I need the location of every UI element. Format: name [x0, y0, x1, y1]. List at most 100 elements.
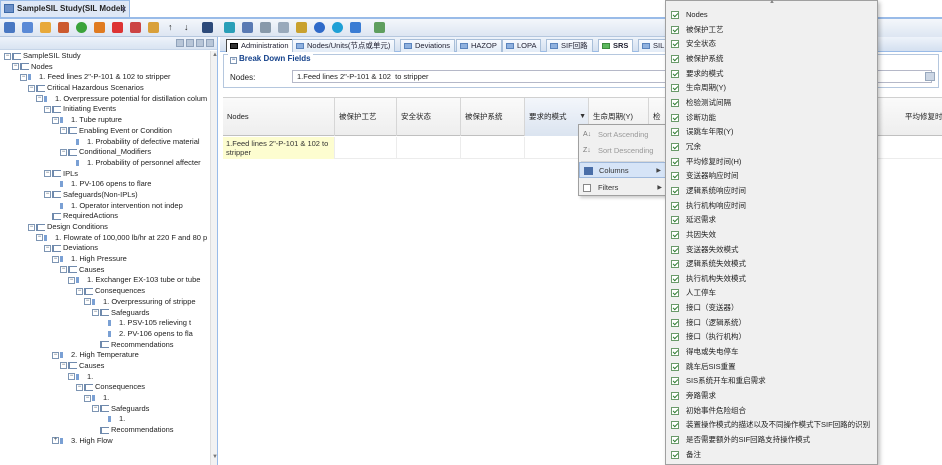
checkbox-checked-icon[interactable] [671, 304, 679, 313]
collapse-icon[interactable]: − [36, 234, 43, 242]
checkbox-checked-icon[interactable] [671, 362, 679, 371]
checkbox-checked-icon[interactable] [671, 98, 679, 107]
column-toggle-item[interactable]: 诊断功能 [666, 111, 877, 126]
collapse-icon[interactable]: − [12, 63, 19, 71]
tree-node[interactable]: − 1. Feed lines 2"-P-101 & 102 to strippe… [0, 72, 210, 83]
tree-collapse-icon[interactable] [186, 39, 194, 47]
collapse-icon[interactable]: − [60, 362, 67, 370]
column-toggle-item[interactable]: 逻辑系统响应时间 [666, 184, 877, 199]
checkbox-checked-icon[interactable] [671, 11, 679, 19]
save-as-icon[interactable] [22, 22, 33, 33]
column-toggle-item[interactable]: 延迟需求 [666, 213, 877, 228]
checkbox-checked-icon[interactable] [671, 230, 679, 239]
collapse-icon[interactable]: − [60, 148, 67, 156]
cell-safe-state[interactable] [397, 137, 461, 159]
collapse-icon[interactable]: − [52, 116, 59, 124]
column-toggle-item[interactable]: 初始事件危险组合 [666, 404, 877, 419]
tree-pin-icon[interactable] [206, 39, 214, 47]
collapse-icon[interactable]: − [28, 84, 35, 92]
checkbox-checked-icon[interactable] [671, 333, 679, 342]
checkbox-checked-icon[interactable] [671, 186, 679, 195]
cell-protected-process[interactable] [335, 137, 397, 159]
column-toggle-item[interactable]: 被保护系统 [666, 52, 877, 67]
tree-node[interactable]: − SampleSIL Study [0, 51, 210, 62]
checkbox-checked-icon[interactable] [671, 172, 679, 181]
tree-node[interactable]: − Nodes [0, 62, 210, 73]
checkbox-checked-icon[interactable] [671, 406, 679, 415]
column-toggle-item[interactable]: 人工停车 [666, 286, 877, 301]
zoom-icon[interactable] [350, 22, 361, 33]
collapse-icon[interactable]: − [36, 95, 43, 103]
column-toggle-item[interactable]: 执行机构响应时间 [666, 199, 877, 214]
add-icon[interactable] [76, 22, 87, 33]
tree-node[interactable]: − Deviations [0, 243, 210, 254]
tree-node[interactable]: − Safeguards(Non-IPLs) [0, 190, 210, 201]
col-header-mttr[interactable]: 平均修复时 [901, 98, 942, 136]
checkbox-checked-icon[interactable] [671, 274, 679, 283]
add-child-icon[interactable] [94, 22, 105, 33]
spell-icon[interactable] [296, 22, 307, 33]
export-icon[interactable] [374, 22, 385, 33]
import-icon[interactable] [202, 22, 213, 33]
checkbox-checked-icon[interactable] [671, 216, 679, 225]
tree-node[interactable]: 2. PV-106 opens to fla [0, 329, 210, 340]
tree-node[interactable]: − 1. Tube rupture [0, 115, 210, 126]
collapse-icon[interactable]: − [44, 170, 51, 178]
column-toggle-item[interactable]: 被保护工艺 [666, 23, 877, 38]
sort-descending-item[interactable]: Z↓ Sort Descending [579, 143, 666, 159]
scroll-up-icon[interactable]: ▲ [212, 52, 217, 58]
tree-node[interactable]: − 1. Exchanger EX-103 tube or tube [0, 275, 210, 286]
collapse-icon[interactable]: − [44, 191, 51, 199]
cell-protected-system[interactable] [461, 137, 525, 159]
tree-node[interactable]: RequiredActions [0, 211, 210, 222]
col-header-safe-state[interactable]: 安全状态 [397, 98, 461, 136]
column-toggle-item[interactable]: 误跳车年限(Y) [666, 125, 877, 140]
sort-ascending-item[interactable]: A↓ Sort Ascending [579, 127, 666, 143]
column-toggle-item[interactable]: 变送器响应时间 [666, 169, 877, 184]
column-toggle-item[interactable]: 执行机构失效模式 [666, 272, 877, 287]
folder-icon[interactable] [40, 22, 51, 33]
collapse-icon[interactable]: − [60, 266, 67, 274]
tree-node[interactable]: − IPLs [0, 169, 210, 180]
checkbox-checked-icon[interactable] [671, 69, 679, 78]
expand-icon[interactable]: + [52, 437, 59, 445]
checkbox-checked-icon[interactable] [671, 157, 679, 166]
grid-icon[interactable] [224, 22, 235, 33]
checkbox-checked-icon[interactable] [671, 113, 679, 122]
columns-item[interactable]: Columns ▶ [579, 162, 666, 178]
copy-icon[interactable] [130, 22, 141, 33]
edit-icon[interactable] [58, 22, 69, 33]
tree-node[interactable]: − 1. [0, 372, 210, 383]
tree-node[interactable]: − 1. [0, 393, 210, 404]
tab-deviations[interactable]: Deviations [400, 39, 456, 52]
collapse-icon[interactable]: − [92, 309, 99, 317]
column-toggle-item[interactable]: 接口（变送器） [666, 301, 877, 316]
paste-icon[interactable] [148, 22, 159, 33]
tree-node[interactable]: Recommendations [0, 425, 210, 436]
checkbox-checked-icon[interactable] [671, 40, 679, 49]
column-toggle-item[interactable]: 要求的模式 [666, 67, 877, 82]
column-toggle-item[interactable]: 接口（执行机构） [666, 330, 877, 345]
tab-hazop[interactable]: HAZOP [456, 39, 502, 52]
tree-node[interactable]: − Safeguards [0, 308, 210, 319]
tree-node[interactable]: − Safeguards [0, 404, 210, 415]
checkbox-checked-icon[interactable] [671, 318, 679, 327]
tree-node[interactable]: 1. Probability of defective material [0, 137, 210, 148]
collapse-icon[interactable]: − [230, 57, 237, 64]
move-down-icon[interactable]: ↓ [184, 22, 195, 33]
column-toggle-item[interactable]: SIS系统开车和重启需求 [666, 374, 877, 389]
filter-icon[interactable] [278, 22, 289, 33]
nodes-picker-icon[interactable] [925, 72, 935, 81]
tree-node[interactable]: 1. Operator intervention not indep [0, 201, 210, 212]
tab-lopa[interactable]: LOPA [502, 39, 542, 52]
collapse-icon[interactable]: − [4, 52, 11, 60]
move-up-icon[interactable]: ↑ [168, 22, 179, 33]
checkbox-checked-icon[interactable] [671, 84, 679, 93]
checkbox-checked-icon[interactable] [671, 450, 679, 459]
tree-node[interactable]: − Initiating Events [0, 104, 210, 115]
report-icon[interactable] [242, 22, 253, 33]
checkbox-checked-icon[interactable] [671, 289, 679, 298]
tree-node[interactable]: +3. High Flow [0, 436, 210, 447]
column-toggle-item[interactable]: 得电或失电停车 [666, 345, 877, 360]
refresh-icon[interactable] [314, 22, 325, 33]
